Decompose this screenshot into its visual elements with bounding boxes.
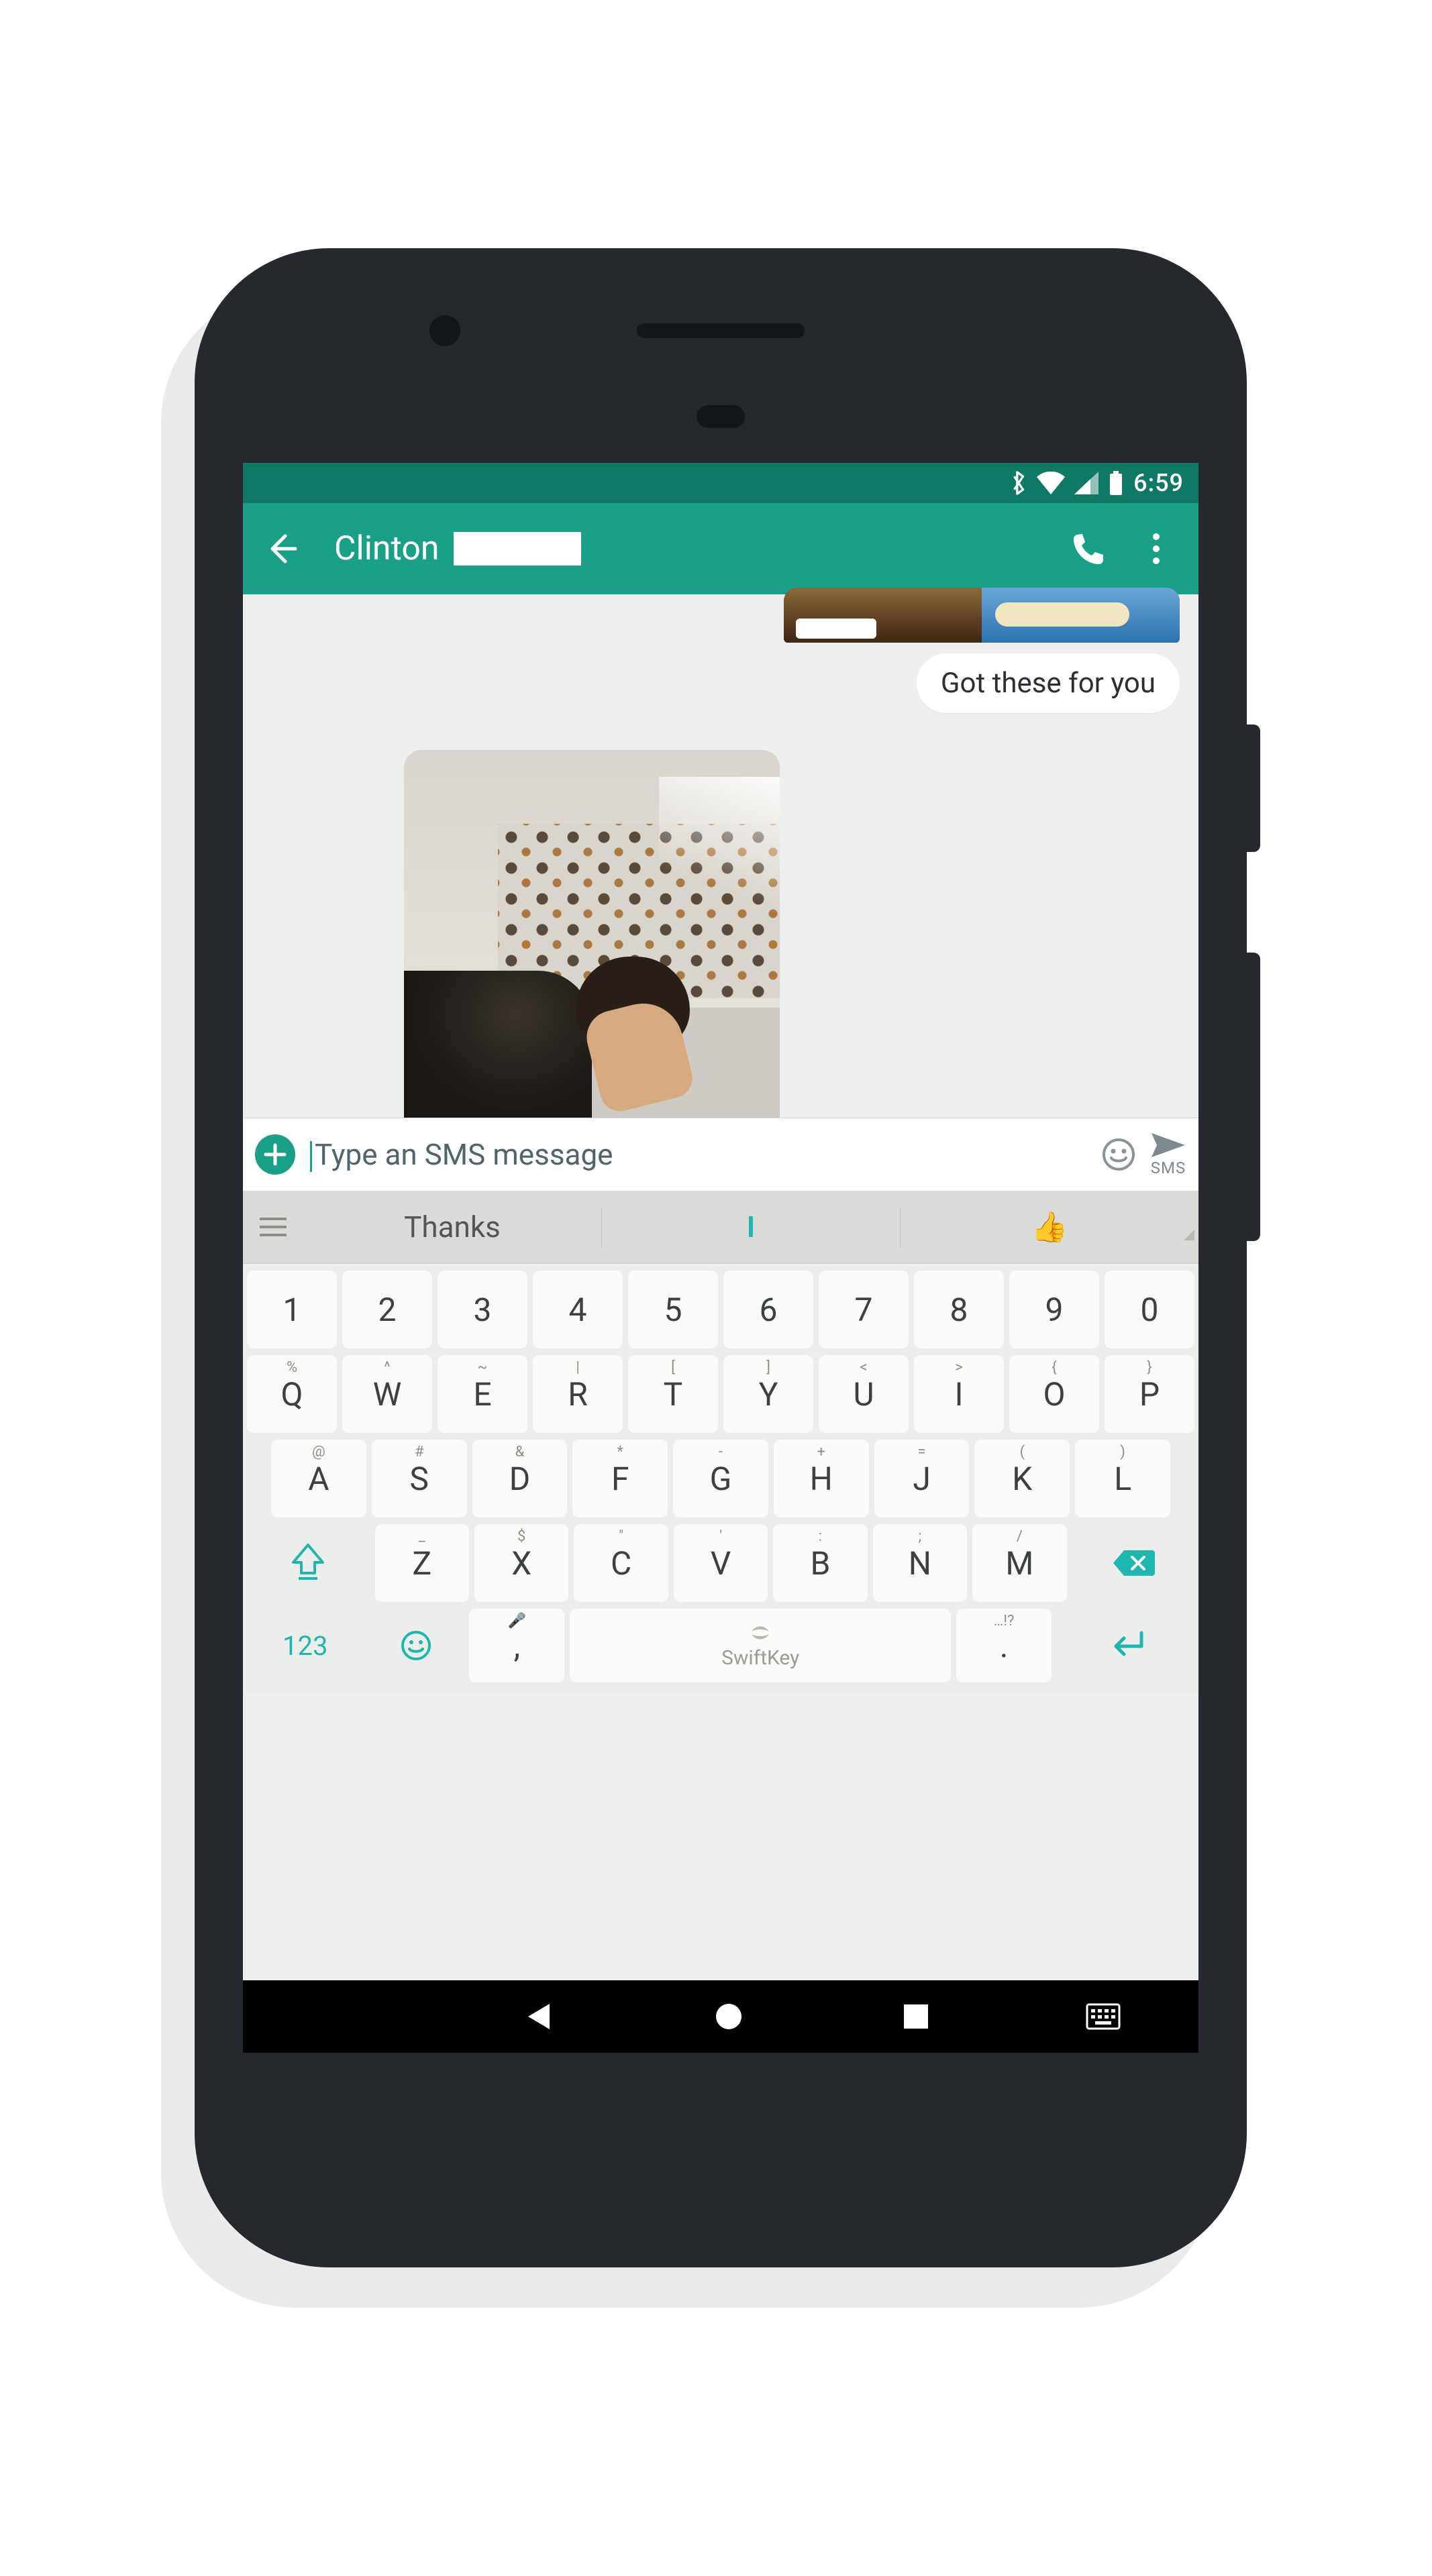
key-D[interactable]: &D — [472, 1440, 568, 1517]
key-E[interactable]: ~E — [438, 1355, 527, 1433]
received-image-attachment[interactable] — [404, 750, 780, 1118]
key-row-1: %Q^W~E|R[T]Y<U>I{O}P — [247, 1355, 1194, 1433]
sent-image-attachment[interactable] — [784, 588, 1180, 643]
comma-key[interactable]: 🎤 , — [469, 1609, 564, 1682]
key-P[interactable]: }P — [1105, 1355, 1194, 1433]
key-T[interactable]: [T — [628, 1355, 718, 1433]
send-label: SMS — [1151, 1159, 1186, 1177]
key-5[interactable]: 5 — [628, 1271, 718, 1348]
keyboard-emoji-key[interactable] — [368, 1609, 464, 1682]
suggestion-menu-icon[interactable] — [243, 1217, 303, 1237]
key-N[interactable]: ;N — [873, 1524, 967, 1602]
numeric-mode-key[interactable]: 123 — [247, 1609, 363, 1682]
key-W[interactable]: ^W — [342, 1355, 432, 1433]
status-bar: 6:59 — [243, 463, 1198, 503]
key-3[interactable]: 3 — [438, 1271, 527, 1348]
message-placeholder: Type an SMS message — [315, 1137, 613, 1172]
key-O[interactable]: {O — [1009, 1355, 1099, 1433]
key-V[interactable]: 'V — [674, 1524, 768, 1602]
suggestion-bar: Thanks I 👍 — [243, 1191, 1198, 1264]
key-8[interactable]: 8 — [914, 1271, 1004, 1348]
back-button[interactable] — [262, 529, 302, 569]
key-B[interactable]: :B — [773, 1524, 867, 1602]
soft-keyboard: 1234567890 %Q^W~E|R[T]Y<U>I{O}P @A#S&D*F… — [243, 1264, 1198, 1693]
cell-signal-icon — [1074, 472, 1098, 494]
key-G[interactable]: -G — [673, 1440, 768, 1517]
suggestion-3[interactable]: 👍 — [901, 1210, 1198, 1244]
enter-key[interactable] — [1057, 1609, 1194, 1682]
message-composer: Type an SMS message SMS — [243, 1118, 1198, 1191]
navigation-bar — [243, 1980, 1198, 2053]
key-M[interactable]: /M — [972, 1524, 1066, 1602]
contact-name: Clinton — [334, 529, 439, 568]
sent-message-bubble[interactable]: Got these for you — [917, 653, 1180, 713]
key-row-2: @A#S&D*F-G+H=J(K)L — [247, 1440, 1194, 1517]
key-I[interactable]: >I — [914, 1355, 1004, 1433]
key-2[interactable]: 2 — [342, 1271, 432, 1348]
keyboard-brand: SwiftKey — [721, 1646, 799, 1670]
key-F[interactable]: *F — [572, 1440, 668, 1517]
wifi-icon — [1037, 472, 1065, 494]
key-1[interactable]: 1 — [247, 1271, 337, 1348]
proximity-sensor — [697, 405, 745, 428]
shift-key[interactable] — [247, 1524, 370, 1602]
suggestion-2[interactable]: I — [602, 1210, 900, 1244]
send-button[interactable]: SMS — [1150, 1132, 1186, 1177]
nav-recents-button[interactable] — [901, 2002, 931, 2031]
app-bar: Clinton — [243, 503, 1198, 594]
suggestion-1[interactable]: Thanks — [303, 1210, 601, 1244]
text-cursor — [310, 1141, 312, 1172]
backspace-key[interactable] — [1072, 1524, 1195, 1602]
power-button — [1247, 724, 1260, 852]
redacted-surname — [454, 532, 581, 566]
front-camera — [429, 315, 460, 346]
key-H[interactable]: +H — [774, 1440, 869, 1517]
key-6[interactable]: 6 — [723, 1271, 813, 1348]
screen: 6:59 Clinton Got these for you — [243, 463, 1198, 2053]
key-C[interactable]: "C — [574, 1524, 668, 1602]
attach-button[interactable] — [255, 1134, 295, 1175]
key-J[interactable]: =J — [874, 1440, 970, 1517]
nav-keyboard-switch-button[interactable] — [1086, 2003, 1121, 2030]
key-U[interactable]: <U — [819, 1355, 909, 1433]
key-row-numbers: 1234567890 — [247, 1271, 1194, 1348]
more-menu-button[interactable] — [1133, 525, 1180, 572]
earpiece-speaker — [637, 323, 805, 338]
nav-back-button[interactable] — [523, 2000, 556, 2033]
key-9[interactable]: 9 — [1009, 1271, 1099, 1348]
status-time: 6:59 — [1133, 469, 1184, 497]
key-A[interactable]: @A — [271, 1440, 366, 1517]
key-X[interactable]: $X — [474, 1524, 568, 1602]
emoji-button[interactable] — [1102, 1138, 1135, 1171]
battery-icon — [1108, 471, 1124, 495]
bluetooth-icon — [1010, 470, 1027, 496]
period-key[interactable]: …!? . — [956, 1609, 1052, 1682]
phone-chassis: 6:59 Clinton Got these for you — [195, 248, 1247, 2267]
key-Z[interactable]: _Z — [375, 1524, 469, 1602]
volume-rocker — [1247, 953, 1260, 1241]
call-button[interactable] — [1066, 525, 1113, 572]
message-input[interactable]: Type an SMS message — [310, 1137, 1087, 1172]
key-S[interactable]: #S — [372, 1440, 467, 1517]
key-L[interactable]: )L — [1075, 1440, 1170, 1517]
key-Y[interactable]: ]Y — [723, 1355, 813, 1433]
nav-home-button[interactable] — [712, 2000, 746, 2033]
sent-message-text: Got these for you — [941, 667, 1156, 700]
key-4[interactable]: 4 — [533, 1271, 623, 1348]
conversation-thread[interactable]: Got these for you — [243, 594, 1198, 1118]
key-R[interactable]: |R — [533, 1355, 623, 1433]
key-row-3: _Z$X"C'V:B;N/M — [247, 1524, 1194, 1602]
spacebar-key[interactable]: SwiftKey — [570, 1609, 951, 1682]
key-0[interactable]: 0 — [1105, 1271, 1194, 1348]
key-7[interactable]: 7 — [819, 1271, 909, 1348]
key-K[interactable]: (K — [974, 1440, 1070, 1517]
key-Q[interactable]: %Q — [247, 1355, 337, 1433]
key-row-bottom: 123 🎤 , SwiftKey …!? . — [247, 1609, 1194, 1682]
